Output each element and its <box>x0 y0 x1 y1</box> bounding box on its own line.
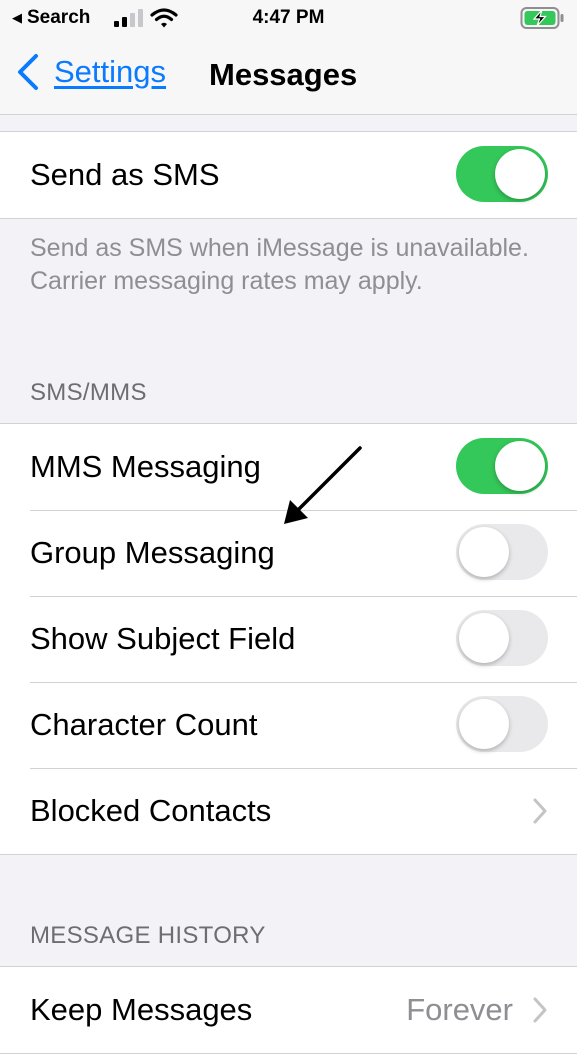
back-button-label: Settings <box>54 54 167 89</box>
mms-messaging-toggle[interactable] <box>456 438 548 494</box>
status-bar: ◀ Search 4:47 PM <box>0 0 577 38</box>
show-subject-field-row: Show Subject Field <box>0 596 577 682</box>
show-subject-field-toggle[interactable] <box>456 610 548 666</box>
sms-mms-section-header: SMS/MMS <box>30 379 147 406</box>
group-messaging-label: Group Messaging <box>30 535 275 570</box>
keep-messages-value: Forever <box>406 992 513 1027</box>
toggle-knob <box>459 699 509 749</box>
navigation-bar: Settings Messages <box>0 38 577 115</box>
chevron-right-icon <box>533 798 547 824</box>
page-title: Messages <box>209 57 358 92</box>
character-count-toggle[interactable] <box>456 696 548 752</box>
toggle-knob <box>459 527 509 577</box>
mms-messaging-label: MMS Messaging <box>30 449 261 484</box>
send-as-sms-group: Send as SMS <box>0 131 577 219</box>
send-as-sms-row: Send as SMS <box>0 132 577 218</box>
message-history-section-header: MESSAGE HISTORY <box>30 922 266 949</box>
back-to-settings-button[interactable]: Settings <box>14 52 166 92</box>
character-count-label: Character Count <box>30 707 258 742</box>
send-as-sms-toggle[interactable] <box>456 146 548 202</box>
toggle-knob <box>495 441 545 491</box>
keep-messages-row[interactable]: Keep Messages Forever <box>0 967 577 1053</box>
group-messaging-toggle[interactable] <box>456 524 548 580</box>
toggle-knob <box>459 613 509 663</box>
keep-messages-label: Keep Messages <box>30 992 253 1027</box>
send-as-sms-label: Send as SMS <box>30 157 220 192</box>
toggle-knob <box>495 149 545 199</box>
character-count-row: Character Count <box>0 682 577 768</box>
status-time: 4:47 PM <box>252 7 325 28</box>
battery-charging-icon <box>520 7 564 29</box>
show-subject-field-label: Show Subject Field <box>30 621 296 656</box>
message-history-group: Keep Messages Forever <box>0 966 577 1054</box>
annotation-arrow-icon <box>284 446 362 524</box>
chevron-right-icon <box>533 997 547 1023</box>
chevron-left-icon <box>18 54 38 90</box>
send-as-sms-footnote: Send as SMS when iMessage is unavailable… <box>30 234 529 295</box>
blocked-contacts-row[interactable]: Blocked Contacts <box>0 768 577 854</box>
blocked-contacts-label: Blocked Contacts <box>30 793 272 828</box>
